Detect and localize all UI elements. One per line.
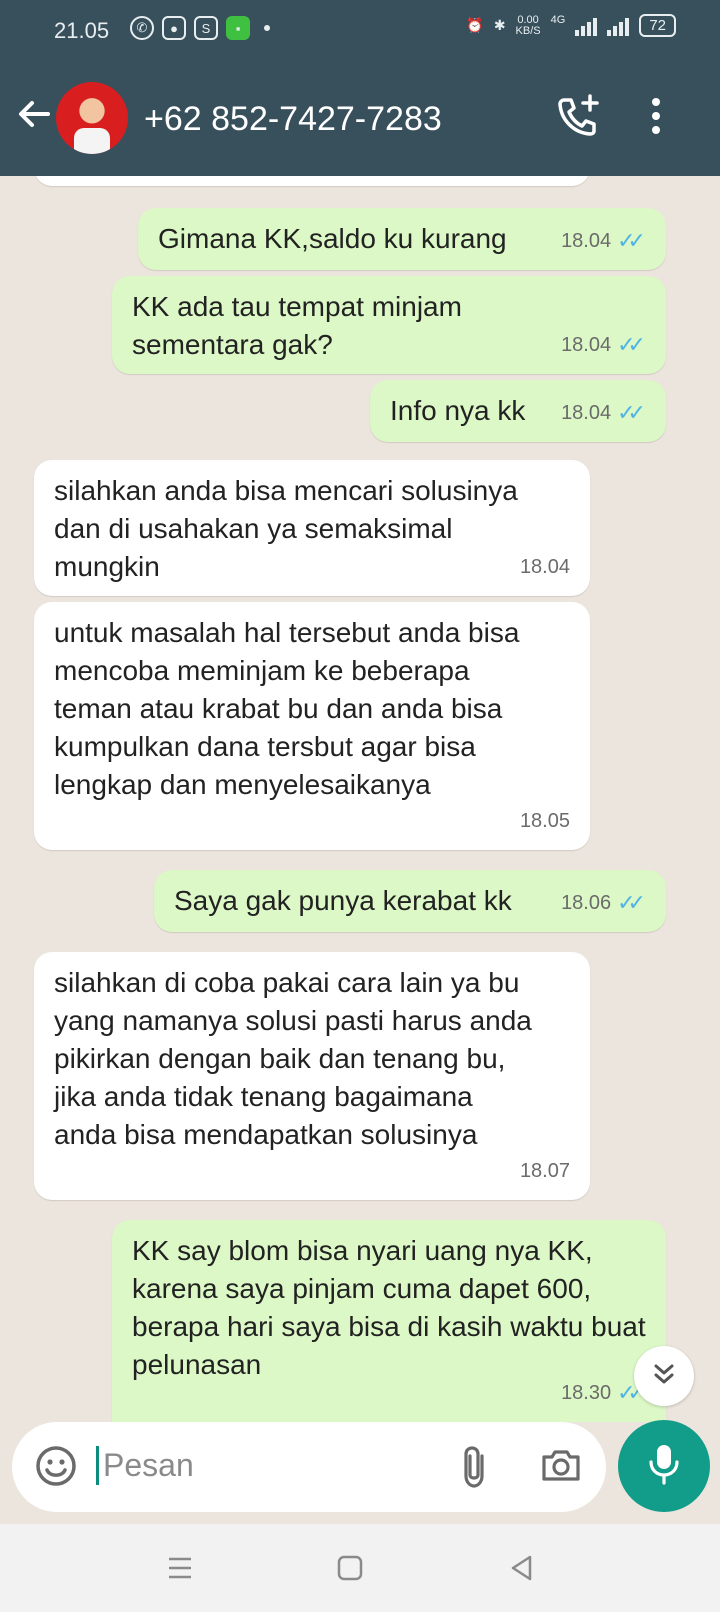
system-navigation-bar <box>0 1524 720 1612</box>
network-speed: 0.00 KB/S <box>515 14 541 37</box>
message-time: 18.04 <box>561 230 612 252</box>
scroll-to-bottom-button[interactable] <box>634 1346 694 1406</box>
message-meta: 18.04 ✓✓ <box>561 222 646 260</box>
message-meta: 18.05 <box>520 802 570 840</box>
more-vert-icon[interactable] <box>644 92 668 145</box>
more-notifications-icon <box>264 25 270 31</box>
message-time: 18.30 <box>561 1382 612 1404</box>
message-bubble[interactable]: silahkan anda bisa mencari solusinya dan… <box>34 460 590 596</box>
camera-icon[interactable] <box>540 1444 582 1491</box>
previous-message-fragment <box>34 176 590 186</box>
app-notification-icon: ● <box>162 16 186 40</box>
message-bubble[interactable]: KK say blom bisa nyari uang nya KK, kare… <box>112 1220 666 1422</box>
message-meta: 18.04 <box>520 548 570 586</box>
message-text: silahkan anda bisa mencari solusinya dan… <box>54 475 518 582</box>
message-time: 18.07 <box>519 1160 570 1182</box>
double-check-icon: ✓✓ <box>617 890 646 915</box>
shop-notification-icon: S <box>194 16 218 40</box>
emoji-icon[interactable] <box>34 1444 78 1493</box>
message-time: 18.05 <box>519 810 570 832</box>
mic-button[interactable] <box>618 1420 710 1512</box>
paperclip-icon[interactable] <box>460 1444 490 1495</box>
alarm-icon: ⏰ <box>466 17 484 33</box>
bluetooth-icon: ✱ <box>493 17 506 33</box>
mic-icon <box>646 1442 682 1491</box>
speed-unit: KB/S <box>515 24 541 37</box>
message-bubble[interactable]: Saya gak punya kerabat kk 18.06 ✓✓ <box>154 870 666 932</box>
back-nav-icon[interactable] <box>508 1554 536 1587</box>
battery-icon: 72 <box>639 14 676 37</box>
message-time: 18.06 <box>561 892 612 914</box>
status-bar: 21.05 ✆ ● S ▪ ⏰ ✱ 0.00 KB/S 4G 72 <box>0 0 720 64</box>
message-text: silahkan di coba pakai cara lain ya bu y… <box>54 967 532 1150</box>
message-meta: 18.04 ✓✓ <box>561 326 646 364</box>
double-check-icon: ✓✓ <box>617 228 646 253</box>
message-time: 18.04 <box>561 402 612 424</box>
message-input[interactable] <box>96 1446 445 1485</box>
chat-header: +62 852-7427-7283 <box>0 64 720 176</box>
arrow-left-icon[interactable] <box>14 94 54 139</box>
message-bubble[interactable]: untuk masalah hal tersebut anda bisa men… <box>34 602 590 850</box>
double-check-icon: ✓✓ <box>617 332 646 357</box>
signal-icon <box>575 16 598 36</box>
android-notification-icon: ▪ <box>226 16 250 40</box>
contact-name[interactable]: +62 852-7427-7283 <box>144 100 442 139</box>
signal-2-icon <box>607 16 630 36</box>
home-icon[interactable] <box>336 1554 364 1587</box>
network-type: 4G <box>550 14 566 26</box>
add-call-icon[interactable] <box>554 92 602 145</box>
avatar[interactable] <box>56 82 128 154</box>
recent-apps-icon[interactable] <box>166 1554 194 1587</box>
message-composer <box>12 1422 606 1512</box>
message-bubble[interactable]: Info nya kk 18.04 ✓✓ <box>370 380 666 442</box>
message-bubble[interactable]: silahkan di coba pakai cara lain ya bu y… <box>34 952 590 1200</box>
double-check-icon: ✓✓ <box>617 400 646 425</box>
status-time: 21.05 <box>54 18 110 43</box>
message-time: 18.04 <box>561 334 612 356</box>
double-chevron-down-icon <box>650 1360 678 1393</box>
chat-messages[interactable]: Gimana KK,saldo ku kurang 18.04 ✓✓ KK ada… <box>0 176 720 1422</box>
whatsapp-notification-icon: ✆ <box>130 16 154 40</box>
message-time: 18.04 <box>519 556 570 578</box>
message-text: untuk masalah hal tersebut anda bisa men… <box>54 617 520 800</box>
message-bubble[interactable]: Gimana KK,saldo ku kurang 18.04 ✓✓ <box>138 208 666 270</box>
message-meta: 18.06 ✓✓ <box>561 884 646 922</box>
message-meta: 18.07 <box>520 1152 570 1190</box>
battery-level: 72 <box>649 17 666 34</box>
notification-icons: ✆ ● S ▪ <box>130 16 270 40</box>
message-bubble[interactable]: KK ada tau tempat minjam sementara gak? … <box>112 276 666 374</box>
system-icons: ⏰ ✱ 0.00 KB/S 4G 72 <box>466 14 676 37</box>
message-text: KK say blom bisa nyari uang nya KK, kare… <box>132 1235 646 1380</box>
message-meta: 18.04 ✓✓ <box>561 394 646 432</box>
